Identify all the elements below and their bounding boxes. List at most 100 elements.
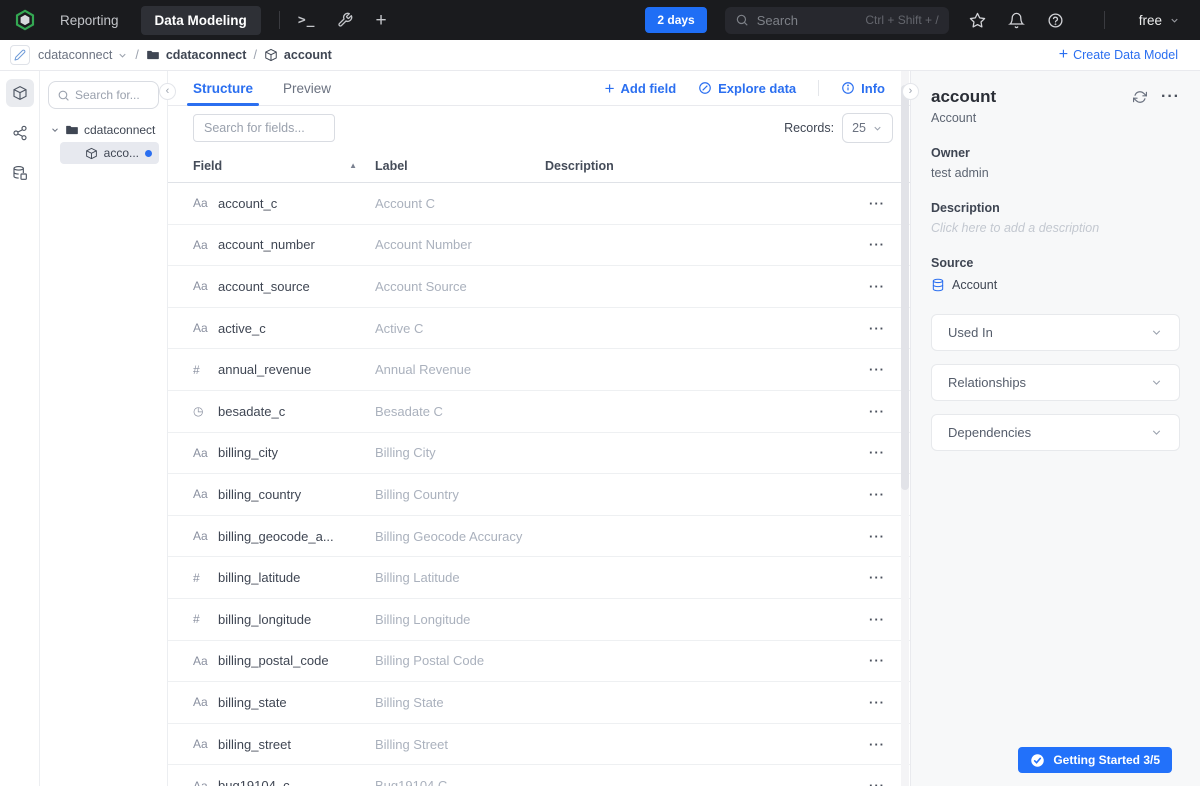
table-row[interactable]: Aa account_c Account C ··· [168, 183, 910, 225]
table-row[interactable]: Aa billing_street Billing Street ··· [168, 724, 910, 766]
row-menu-button[interactable]: ··· [845, 487, 885, 502]
breadcrumb-connection[interactable]: cdataconnect [38, 48, 128, 62]
table-row[interactable]: Aa billing_state Billing State ··· [168, 682, 910, 724]
breadcrumb-folder[interactable]: cdataconnect [146, 48, 246, 62]
create-data-model-button[interactable]: + Create Data Model [1059, 47, 1178, 63]
app-logo[interactable] [14, 9, 36, 31]
tree-item-label: acco... [103, 146, 139, 160]
row-menu-button[interactable]: ··· [845, 279, 885, 294]
rail-relationships-icon[interactable] [6, 119, 34, 147]
field-label: Billing Postal Code [375, 653, 485, 669]
section-label: Relationships [948, 375, 1027, 390]
section-label: Dependencies [948, 425, 1032, 440]
field-type-icon: Aa [193, 196, 208, 211]
field-label: Account Number [375, 237, 472, 253]
info-button[interactable]: Info [841, 81, 885, 96]
collapsible-section[interactable]: Used In [931, 314, 1180, 351]
collapsible-section[interactable]: Relationships [931, 364, 1180, 401]
tab-preview[interactable]: Preview [283, 71, 331, 105]
nav-tab-data-modeling[interactable]: Data Modeling [140, 5, 261, 35]
breadcrumb-separator: / [135, 48, 139, 62]
source-link[interactable]: Account [931, 278, 1180, 292]
star-icon[interactable] [969, 12, 986, 29]
field-type-icon: # [193, 612, 200, 627]
database-icon [12, 166, 27, 180]
row-menu-button[interactable]: ··· [845, 653, 885, 668]
detail-menu-button[interactable]: ··· [1161, 88, 1180, 106]
collapse-tree-button[interactable]: ‹ [159, 83, 176, 100]
table-row[interactable]: Aa billing_geocode_a... Billing Geocode … [168, 516, 910, 558]
nav-add-icon[interactable]: + [375, 11, 386, 30]
collapsible-section[interactable]: Dependencies [931, 414, 1180, 451]
table-row[interactable]: Aa billing_postal_code Billing Postal Co… [168, 641, 910, 683]
tab-structure[interactable]: Structure [186, 71, 260, 106]
rail-data-models-icon[interactable] [5, 79, 34, 107]
row-menu-button[interactable]: ··· [845, 445, 885, 460]
field-label: Billing Latitude [375, 570, 460, 586]
field-type-icon: Aa [193, 321, 208, 336]
cube-icon [85, 147, 97, 159]
plus-icon: + [604, 78, 615, 98]
row-menu-button[interactable]: ··· [845, 695, 885, 710]
unsaved-dot [145, 149, 152, 157]
row-menu-button[interactable]: ··· [845, 529, 885, 544]
records-label: Records: [784, 121, 835, 135]
tree-item-account[interactable]: acco... [60, 142, 159, 164]
field-search-input[interactable] [193, 114, 335, 142]
description-placeholder[interactable]: Click here to add a description [931, 221, 1180, 235]
row-menu-button[interactable]: ··· [845, 362, 885, 377]
terminal-icon[interactable]: >_ [298, 13, 316, 28]
connection-pen-icon[interactable] [10, 45, 30, 65]
row-menu-button[interactable]: ··· [845, 778, 885, 786]
column-header-field[interactable]: Field ▲ [193, 159, 375, 173]
table-row[interactable]: # billing_latitude Billing Latitude ··· [168, 557, 910, 599]
field-type-icon: Aa [193, 778, 208, 786]
table-row[interactable]: Aa active_c Active C ··· [168, 308, 910, 350]
refresh-button[interactable] [1133, 90, 1148, 104]
getting-started-button[interactable]: Getting Started 3/5 [1018, 747, 1172, 773]
nav-tab-reporting[interactable]: Reporting [60, 13, 119, 28]
row-menu-button[interactable]: ··· [845, 196, 885, 211]
row-menu-button[interactable]: ··· [845, 321, 885, 336]
source-label: Source [931, 256, 974, 270]
row-menu-button[interactable]: ··· [845, 237, 885, 252]
table-row[interactable]: ◷ besadate_c Besadate C ··· [168, 391, 910, 433]
scrollbar-thumb[interactable] [901, 85, 909, 490]
table-row[interactable]: Aa billing_city Billing City ··· [168, 433, 910, 475]
rail-datasources-icon[interactable] [6, 159, 34, 187]
table-row[interactable]: Aa bug19104_c Bug19104 C ··· [168, 765, 910, 786]
collapse-detail-button[interactable]: › [902, 83, 919, 100]
folder-icon [147, 50, 159, 60]
table-row[interactable]: Aa account_source Account Source ··· [168, 266, 910, 308]
table-row[interactable]: Aa account_number Account Number ··· [168, 225, 910, 267]
field-name: billing_geocode_a... [218, 528, 334, 544]
tree-folder-cdataconnect[interactable]: cdataconnect [48, 123, 159, 137]
add-field-button[interactable]: + Add field [605, 80, 677, 97]
explore-data-button[interactable]: Explore data [698, 81, 796, 96]
field-name: account_number [218, 237, 315, 253]
table-row[interactable]: # billing_longitude Billing Longitude ··… [168, 599, 910, 641]
plan-dropdown[interactable]: free [1139, 13, 1180, 28]
records-per-page-select[interactable]: 25 [842, 113, 893, 143]
detail-sections: Used In Relationships Dependencies [931, 314, 1180, 451]
row-menu-button[interactable]: ··· [845, 612, 885, 627]
row-menu-button[interactable]: ··· [845, 737, 885, 752]
table-row[interactable]: # annual_revenue Annual Revenue ··· [168, 349, 910, 391]
model-tree-panel: cdataconnect acco... [40, 71, 168, 786]
chevron-down-icon [119, 53, 126, 58]
row-menu-button[interactable]: ··· [845, 570, 885, 585]
global-search-input[interactable]: Search Ctrl + Shift + / [724, 6, 949, 34]
help-icon[interactable] [1047, 12, 1064, 29]
field-type-icon: # [193, 570, 200, 585]
table-header: Field ▲ Label Description [168, 149, 910, 183]
field-name: billing_longitude [218, 611, 312, 627]
row-menu-button[interactable]: ··· [845, 404, 885, 419]
bell-icon[interactable] [1007, 12, 1025, 29]
wrench-icon[interactable] [337, 12, 353, 28]
tree-search-input[interactable] [75, 88, 150, 102]
trial-days-badge[interactable]: 2 days [645, 7, 707, 33]
info-icon [842, 82, 855, 94]
tree-search[interactable] [48, 81, 159, 109]
table-row[interactable]: Aa billing_country Billing Country ··· [168, 474, 910, 516]
field-label: Active C [375, 320, 424, 336]
